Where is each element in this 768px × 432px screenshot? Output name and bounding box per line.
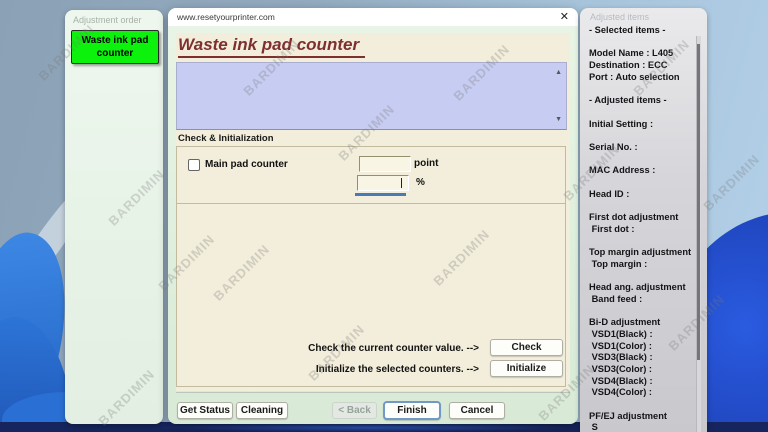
footer-divider [176,392,570,393]
get-status-button[interactable]: Get Status [177,402,233,419]
point-input[interactable] [359,156,411,172]
finish-button[interactable]: Finish [383,401,441,420]
adjusted-item-line: Top margin adjustment [589,247,697,259]
adjusted-item-line: Head ang. adjustment [589,282,697,294]
page-title: Waste ink pad counter [178,35,365,58]
message-area[interactable]: ▲ ▼ [176,62,567,130]
adjusted-item-line [589,270,697,282]
action-group: Check the current counter value. --> Che… [176,203,566,387]
adjusted-item-line [589,130,697,142]
percent-unit-label: % [416,177,425,188]
cleaning-button[interactable]: Cleaning [236,402,288,419]
percent-input[interactable] [357,175,409,191]
adjusted-item-line: - Selected items - [589,25,697,37]
text-caret [401,178,402,188]
scrollbar-thumb[interactable] [697,44,700,360]
adjusted-item-line: First dot : [589,224,697,236]
adjustment-order-title: Adjustment order [65,10,163,25]
initialize-button[interactable]: Initialize [490,360,563,377]
adjusted-item-line: MAC Address : [589,165,697,177]
adjusted-item-line: VSD1(Black) : [589,329,697,341]
adjusted-item-line: Serial No. : [589,142,697,154]
point-unit-label: point [414,158,438,169]
adjustment-order-panel: Adjustment order Waste ink pad counter [65,10,163,424]
adjusted-item-line: PF/EJ adjustment [589,411,697,423]
cancel-button[interactable]: Cancel [449,402,505,419]
adjusted-item-line: Model Name : L405 [589,48,697,60]
wallpaper-swirl [150,423,580,432]
scroll-down-icon[interactable]: ▼ [555,116,562,123]
watermark-text: BARDIMIN [700,151,762,213]
adjusted-item-line [589,37,697,49]
close-icon[interactable]: ✕ [560,12,569,23]
initialize-instruction: Initialize the selected counters. --> [177,364,479,375]
adjusted-item-line [589,200,697,212]
adjusted-item-line [589,235,697,247]
adjusted-item-line: S [589,422,697,432]
scroll-up-icon[interactable]: ▲ [555,69,562,76]
adjusted-item-line [589,306,697,318]
adjusted-item-line: VSD4(Color) : [589,387,697,399]
dialog-titlebar[interactable]: www.resetyourprinter.com ✕ [168,8,578,26]
adjusted-item-line: VSD1(Color) : [589,341,697,353]
adjusted-item-line: VSD3(Color) : [589,364,697,376]
section-label: Check & Initialization [178,133,274,144]
check-instruction: Check the current counter value. --> [177,343,479,354]
adjusted-item-line: Destination : ECC [589,60,697,72]
adjusted-item-line [589,107,697,119]
counter-group: Main pad counter point % [176,146,566,204]
check-button[interactable]: Check [490,339,563,356]
adjusted-item-line: VSD4(Black) : [589,376,697,388]
main-pad-counter-checkbox[interactable] [188,159,200,171]
waste-ink-pad-counter-dialog: www.resetyourprinter.com ✕ Waste ink pad… [168,8,578,424]
adjusted-item-line: Top margin : [589,259,697,271]
adjusted-items-list: - Selected items - Model Name : L405Desti… [589,25,697,432]
waste-ink-pad-counter-item[interactable]: Waste ink pad counter [71,30,159,64]
desktop: Adjustment order Waste ink pad counter w… [0,0,768,432]
adjusted-item-line: VSD3(Black) : [589,352,697,364]
adjusted-item-line: Initial Setting : [589,119,697,131]
adjusted-item-line: Port : Auto selection [589,72,697,84]
back-button[interactable]: < Back [332,402,377,419]
focus-underline [355,193,406,196]
adjusted-item-line: Head ID : [589,189,697,201]
adjusted-items-panel: Adjusted items - Selected items - Model N… [580,8,707,432]
adjusted-item-line [589,83,697,95]
adjusted-items-title: Adjusted items [580,8,707,22]
adjusted-item-line [589,154,697,166]
adjusted-item-line: Bi-D adjustment [589,317,697,329]
dialog-title: www.resetyourprinter.com [177,12,275,22]
main-pad-counter-label: Main pad counter [205,159,288,170]
adjusted-item-line [589,177,697,189]
adjusted-item-line: Band feed : [589,294,697,306]
adjusted-item-line: First dot adjustment [589,212,697,224]
adjusted-item-line: - Adjusted items - [589,95,697,107]
adjusted-item-line [589,399,697,411]
